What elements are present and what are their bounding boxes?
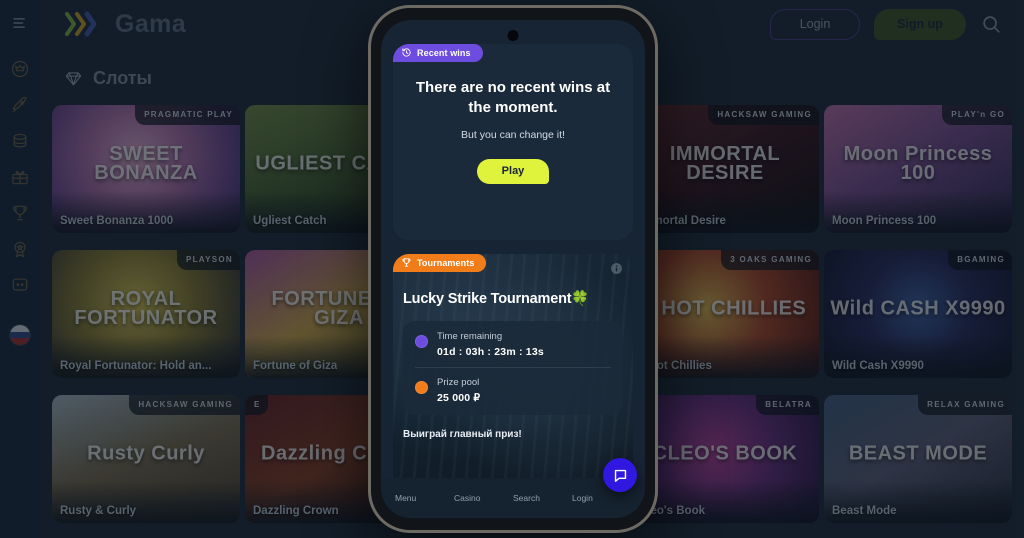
phone-nav-item-menu[interactable]: Menu — [395, 493, 454, 503]
game-card[interactable]: 3 HOT CHILLIES 3 OAKS GAMING 3 Hot Chillie… — [631, 250, 819, 378]
play-button[interactable]: Play — [477, 158, 549, 184]
game-art-title: BEAST MODE — [848, 442, 988, 465]
tournament-footer-text: Выиграй главный приз! — [403, 428, 522, 440]
game-title: Dazzling Crown — [253, 505, 339, 517]
provider-badge: HACKSAW GAMING — [129, 395, 240, 415]
prize-pool-row: Prize pool 25 000 ₽ — [415, 377, 611, 404]
phone-mockup: Recent wins There are no recent wins at … — [368, 5, 658, 533]
game-title: Beast Mode — [832, 505, 897, 517]
provider-badge: BGAMING — [948, 250, 1012, 270]
time-remaining-value: 01d : 03h : 23m : 13s — [437, 345, 544, 358]
provider-badge: PLAYSON — [176, 250, 240, 270]
prize-pool-value: 25 000 ₽ — [437, 391, 481, 404]
menu-icon[interactable] — [9, 12, 31, 34]
recent-wins-chip: Recent wins — [393, 44, 483, 62]
language-flag-ru[interactable] — [9, 324, 31, 346]
game-art-title: 3 HOT CHILLIES — [643, 297, 807, 320]
time-remaining-row: Time remaining 01d : 03h : 23m : 13s — [415, 331, 611, 358]
trophy-icon[interactable] — [9, 202, 31, 224]
diamond-icon — [64, 69, 83, 88]
provider-badge: RELAX GAMING — [918, 395, 1012, 415]
game-art-title: Moon Princess 100 — [843, 142, 993, 184]
provider-badge: E — [245, 395, 268, 415]
coins-icon[interactable] — [9, 130, 31, 152]
recent-wins-body: There are no recent wins at the moment. … — [393, 78, 633, 184]
page-title: Слоты — [93, 68, 152, 88]
phone-nav-item-login[interactable]: Login — [572, 493, 631, 503]
game-card[interactable]: Rusty Curly HACKSAW GAMING Rusty & Curly — [52, 395, 240, 523]
recent-wins-title: There are no recent wins at the moment. — [415, 79, 611, 117]
game-title: Rusty & Curly — [60, 505, 137, 517]
game-card[interactable]: Moon Princess 100 PLAY'n GO Moon Princess … — [824, 105, 1012, 233]
chat-icon[interactable] — [9, 274, 31, 296]
prize-pool-label: Prize pool — [437, 376, 480, 388]
left-sidebar-rail — [0, 0, 40, 538]
clock-icon — [415, 335, 428, 348]
game-art-title: IMMORTAL DESIRE — [669, 142, 781, 184]
provider-badge: BELATRA — [756, 395, 819, 415]
game-title: Moon Princess 100 — [832, 215, 937, 227]
crown-icon[interactable] — [9, 58, 31, 80]
recent-wins-chip-label: Recent wins — [417, 48, 471, 58]
tournaments-chip-label: Tournaments — [417, 258, 475, 268]
tournament-stats-box: Time remaining 01d : 03h : 23m : 13s Pri… — [403, 321, 623, 415]
time-remaining-label: Time remaining — [437, 331, 503, 342]
award-badge-icon[interactable] — [9, 238, 31, 260]
trophy-icon — [401, 257, 412, 270]
login-button[interactable]: Login — [770, 8, 860, 40]
game-art-title: CLEO'S BOOK — [652, 442, 798, 465]
brand-name: Gama — [115, 9, 187, 38]
provider-badge: PRAGMATIC PLAY — [135, 105, 240, 125]
chat-bubble-icon[interactable] — [603, 458, 637, 492]
section-heading: Слоты — [64, 68, 152, 89]
gift-icon[interactable] — [9, 166, 31, 188]
game-title: Fortune of Giza — [253, 360, 338, 372]
game-art-title: Rusty Curly — [87, 442, 205, 465]
history-icon — [401, 47, 412, 60]
recent-wins-subtitle: But you can change it! — [461, 128, 565, 141]
phone-nav-item-casino[interactable]: Casino — [454, 493, 513, 503]
game-title: Royal Fortunator: Hold an... — [60, 360, 212, 372]
phone-screen: Recent wins There are no recent wins at … — [381, 20, 645, 518]
game-art-title: Wild CASH X9990 — [830, 297, 1006, 320]
app-root: Gama Login Sign up Слоты SWEET BONANZA P… — [0, 0, 1024, 538]
game-card[interactable]: BEAST MODE RELAX GAMING Beast Mode — [824, 395, 1012, 523]
brand-logo[interactable]: Gama — [64, 10, 186, 39]
topbar-actions: Login Sign up — [770, 8, 1002, 40]
provider-badge: PLAY'n GO — [942, 105, 1012, 125]
game-title: Wild Cash X9990 — [832, 360, 924, 372]
phone-camera-notch — [507, 30, 519, 41]
game-card[interactable]: IMMORTAL DESIRE HACKSAW GAMING Immortal De… — [631, 105, 819, 233]
tournament-panel: Tournaments Lucky Strike Tournament🍀 Tim… — [393, 254, 633, 489]
rocket-icon[interactable] — [9, 94, 31, 116]
game-title: Ugliest Catch — [253, 215, 327, 227]
game-card[interactable]: Wild CASH X9990 BGAMING Wild Cash X9990 — [824, 250, 1012, 378]
provider-badge: HACKSAW GAMING — [708, 105, 819, 125]
tournaments-chip: Tournaments — [393, 254, 487, 272]
game-art-title: SWEET BONANZA — [94, 142, 198, 184]
game-card[interactable]: SWEET BONANZA PRAGMATIC PLAY Sweet Bonanza… — [52, 105, 240, 233]
phone-content: Recent wins There are no recent wins at … — [381, 20, 645, 518]
provider-badge: 3 OAKS GAMING — [721, 250, 819, 270]
game-card[interactable]: ROYAL FORTUNATOR PLAYSON Royal Fortunator:… — [52, 250, 240, 378]
recent-wins-panel: Recent wins There are no recent wins at … — [393, 44, 633, 240]
signup-button[interactable]: Sign up — [874, 8, 966, 40]
info-icon[interactable] — [610, 262, 623, 275]
game-art-title: ROYAL FORTUNATOR — [74, 287, 218, 329]
search-icon[interactable] — [980, 13, 1002, 35]
game-card[interactable]: CLEO'S BOOK BELATRA Cleo's Book — [631, 395, 819, 523]
tournament-title: Lucky Strike Tournament🍀 — [403, 291, 590, 307]
phone-nav-item-search[interactable]: Search — [513, 493, 572, 503]
coin-icon — [415, 380, 428, 394]
stats-divider — [415, 366, 611, 368]
logo-chevrons-icon — [64, 11, 110, 37]
game-title: Sweet Bonanza 1000 — [60, 215, 174, 227]
